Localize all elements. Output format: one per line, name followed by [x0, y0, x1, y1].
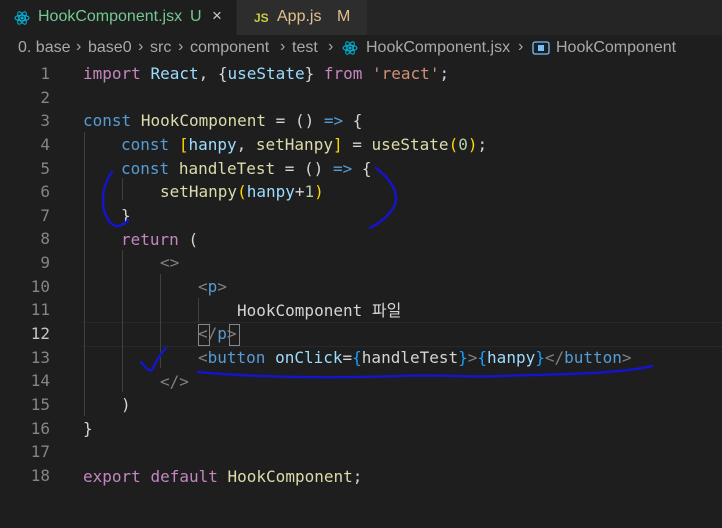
symbol-variable-icon [532, 41, 550, 55]
close-icon[interactable]: × [212, 6, 222, 26]
chevron-right-icon: › [280, 38, 286, 55]
breadcrumb-item[interactable]: HookComponent.jsx [366, 39, 510, 57]
breadcrumb-item[interactable]: src [150, 39, 171, 57]
breadcrumb-item[interactable]: 0. base [18, 39, 70, 57]
line-number: 18 [30, 465, 50, 485]
breadcrumb-item[interactable]: component [190, 39, 269, 57]
line-number: 2 [40, 87, 50, 107]
line-number-current: 12 [30, 324, 50, 344]
line-number: 11 [30, 300, 50, 320]
chevron-right-icon: › [138, 38, 144, 55]
chevron-right-icon: › [76, 38, 82, 55]
indent-guide [84, 132, 85, 416]
indent-guide [122, 250, 123, 392]
modified-status: M [337, 8, 351, 25]
chevron-right-icon: › [178, 38, 184, 55]
code-line: const handleTest = () => { [121, 159, 372, 178]
line-number: 15 [30, 394, 50, 414]
line-number: 4 [40, 134, 50, 154]
code-line: const [hanpy, setHanpy] = useState(0); [121, 135, 488, 154]
indent-guide [160, 274, 161, 368]
code-line: } [121, 206, 131, 225]
line-number-gutter: 1 2 3 4 5 6 7 8 9 10 11 12 13 14 15 16 1… [0, 62, 60, 488]
line-number: 6 [40, 182, 50, 202]
code-line: <> [160, 253, 180, 272]
code-line: } [83, 419, 93, 438]
code-line: setHanpy(hanpy+1) [160, 182, 324, 201]
line-number: 3 [40, 111, 50, 131]
breadcrumb-item[interactable]: test [292, 39, 318, 57]
js-icon: JS [254, 11, 269, 25]
code-line: const HookComponent = () => { [83, 111, 363, 130]
line-number: 1 [40, 64, 50, 83]
react-icon [14, 11, 30, 25]
code-line: </> [160, 372, 189, 391]
code-line: HookComponent 파일 [237, 301, 402, 320]
line-number: 16 [30, 418, 50, 438]
breadcrumb: 0. base › base0 › src › component › test… [0, 37, 722, 59]
line-number: 13 [30, 347, 50, 367]
tab-label: App.js [277, 8, 322, 25]
line-number: 8 [40, 229, 50, 249]
line-number: 9 [40, 253, 50, 273]
code-line: </p> [198, 324, 237, 343]
chevron-right-icon: › [328, 38, 334, 55]
current-line-highlight [82, 322, 722, 347]
line-number: 7 [40, 205, 50, 225]
line-number: 5 [40, 158, 50, 178]
code-line: <p> [198, 277, 227, 296]
tab-bar: HookComponent.jsx U × JS App.js M [0, 0, 722, 35]
react-icon [342, 41, 358, 55]
breadcrumb-item[interactable]: base0 [88, 39, 132, 57]
chevron-right-icon: › [518, 38, 524, 55]
line-number: 17 [30, 442, 50, 462]
code-line: export default HookComponent; [83, 467, 363, 486]
code-line: import React, {useState} from 'react'; [83, 64, 450, 83]
tab-label: HookComponent.jsx [38, 8, 183, 25]
tab-hookcomponent-jsx[interactable]: HookComponent.jsx U × [0, 0, 236, 35]
line-number: 14 [30, 371, 50, 391]
code-line: <button onClick={handleTest}>{hanpy}</bu… [198, 348, 632, 367]
line-number: 10 [30, 276, 50, 296]
code-line: ) [121, 395, 131, 414]
code-line: return ( [121, 230, 199, 249]
tab-app-js[interactable]: JS App.js M [237, 0, 367, 35]
indent-guide [198, 298, 199, 322]
indent-guide [122, 178, 123, 200]
breadcrumb-item[interactable]: HookComponent [556, 39, 676, 57]
untracked-status: U [190, 8, 202, 25]
